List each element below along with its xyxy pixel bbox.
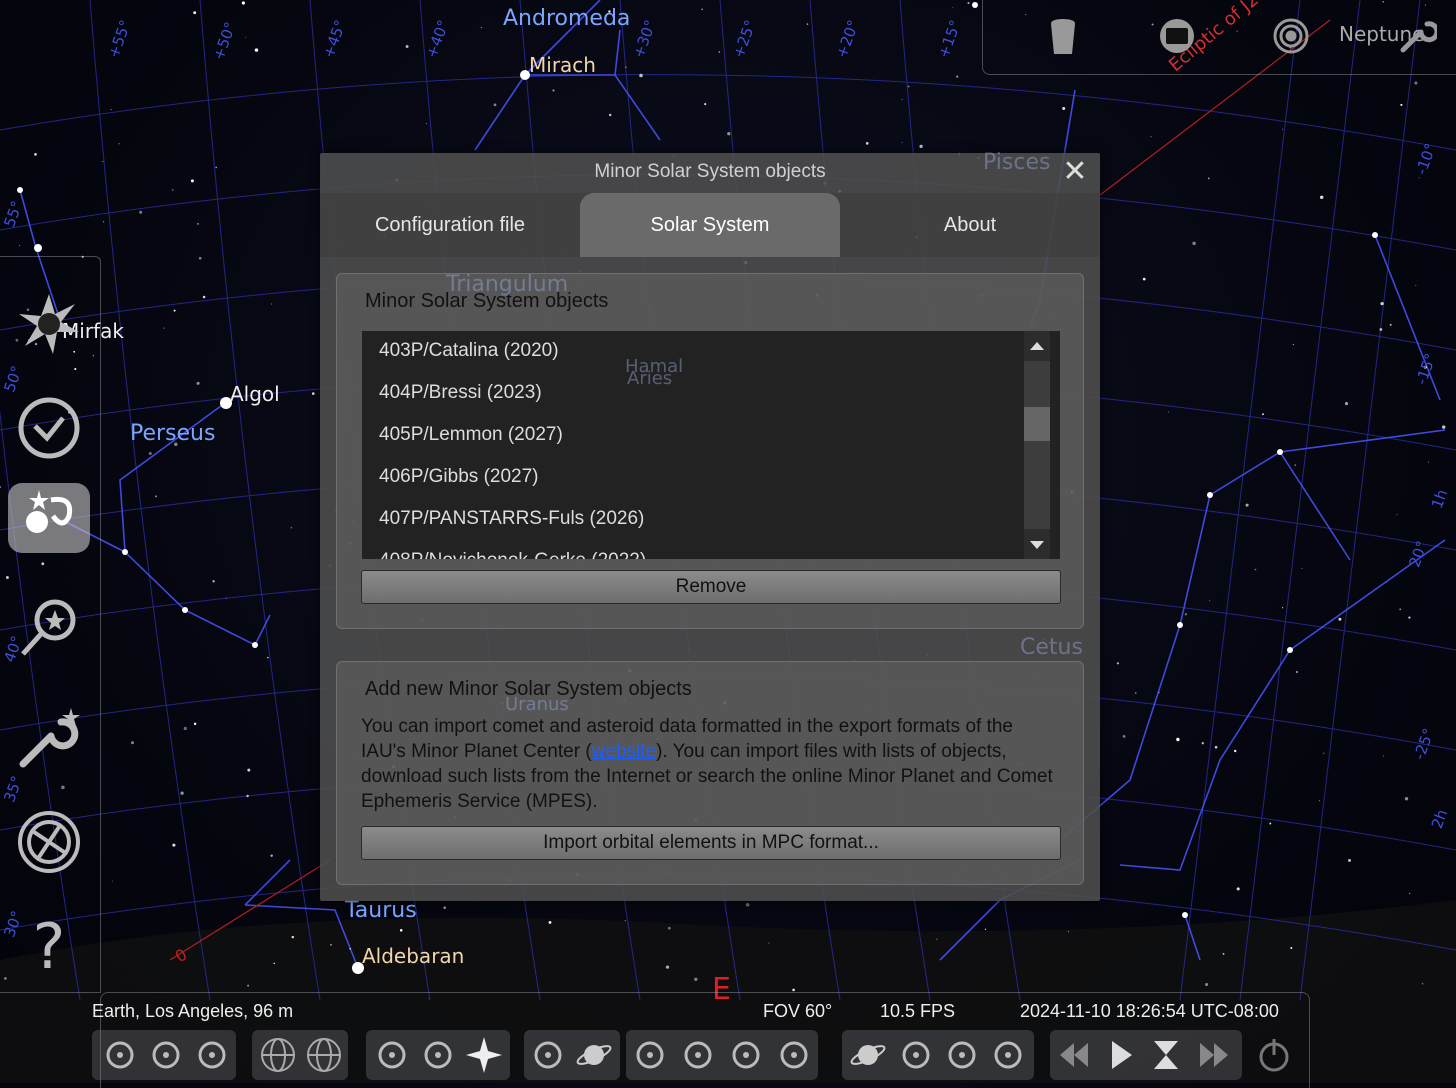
scroll-thumb[interactable] <box>1024 407 1050 441</box>
planets-icon[interactable] <box>846 1030 890 1080</box>
remove-button[interactable]: Remove <box>361 570 1061 604</box>
help-icon[interactable]: ? <box>8 910 90 983</box>
zoom-fit-icon[interactable] <box>676 1030 720 1080</box>
ground-icon[interactable] <box>370 1030 414 1080</box>
tab-solar-system[interactable]: Solar System <box>580 193 840 257</box>
settings-wrench-icon[interactable] <box>8 703 90 773</box>
meteor-icon[interactable] <box>894 1030 938 1080</box>
constellation-label: Perseus <box>130 421 216 446</box>
rewind-icon[interactable] <box>1052 1030 1096 1080</box>
add-objects-group: Add new Minor Solar System objects You c… <box>336 661 1084 885</box>
star-label: Hamal <box>625 356 684 377</box>
search-icon[interactable] <box>8 593 90 663</box>
fps-status: 10.5 FPS <box>880 1001 956 1021</box>
observatory-icon[interactable] <box>8 807 90 877</box>
constellation-label: Cetus <box>1020 635 1083 660</box>
constellation-label: Pisces <box>983 150 1051 175</box>
tab-bar: Configuration file Solar System About <box>320 193 1100 257</box>
constellation-art-icon[interactable] <box>144 1030 188 1080</box>
sun-icon[interactable] <box>8 289 90 359</box>
objects-list[interactable]: 403P/Catalina (2020) 404P/Bressi (2023) … <box>361 330 1061 560</box>
play-icon[interactable] <box>1098 1030 1142 1080</box>
import-mpc-button[interactable]: Import orbital elements in MPC format... <box>361 826 1061 860</box>
list-item[interactable]: 404P/Bressi (2023) <box>379 382 542 404</box>
list-item[interactable]: 408P/Novichonok-Gerke (2022) <box>379 550 646 559</box>
scroll-up-icon[interactable] <box>1030 342 1044 350</box>
wrench-icon[interactable] <box>1393 12 1441 60</box>
target-icon[interactable] <box>1267 12 1315 60</box>
fov-status[interactable]: FOV 60° <box>763 1001 832 1022</box>
tab-content: Minor Solar System objects 403P/Catalina… <box>320 257 1100 901</box>
tab-configuration-file[interactable]: Configuration file <box>320 193 580 257</box>
constellation-label: Taurus <box>345 898 417 923</box>
nebula-icon[interactable] <box>526 1030 570 1080</box>
fast-forward-icon[interactable] <box>1192 1030 1236 1080</box>
scroll-track[interactable] <box>1024 361 1050 529</box>
constellation-lines-icon[interactable] <box>98 1030 142 1080</box>
star-label: Mirach <box>529 53 596 77</box>
fullscreen-icon[interactable] <box>772 1030 816 1080</box>
eye-icon[interactable] <box>724 1030 768 1080</box>
star-label: Algol <box>230 382 280 406</box>
power-icon[interactable] <box>1252 1030 1296 1080</box>
objects-list-group: Minor Solar System objects 403P/Catalina… <box>336 273 1084 629</box>
satellite-icon[interactable] <box>628 1030 672 1080</box>
planet-label: Uranus <box>505 694 569 715</box>
star-icon[interactable] <box>462 1030 506 1080</box>
running-man-icon[interactable] <box>190 1030 234 1080</box>
tab-about[interactable]: About <box>840 193 1100 257</box>
location-status[interactable]: Earth, Los Angeles, 96 m <box>92 1001 293 1022</box>
window-icon[interactable] <box>1153 12 1201 60</box>
website-link[interactable]: website <box>592 741 656 762</box>
atmosphere-icon[interactable] <box>416 1030 460 1080</box>
no-satellites-icon[interactable] <box>986 1030 1030 1080</box>
search-sky-icon[interactable] <box>940 1030 984 1080</box>
equatorial-grid-icon[interactable] <box>256 1030 300 1080</box>
list-item[interactable]: 405P/Lemmon (2027) <box>379 424 563 446</box>
star-label: Aldebaran <box>362 944 465 968</box>
clock-icon[interactable] <box>8 393 90 463</box>
close-icon[interactable]: ✕ <box>1060 157 1090 187</box>
list-item[interactable]: 407P/PANSTARRS-Fuls (2026) <box>379 508 644 530</box>
list-item[interactable]: 403P/Catalina (2020) <box>379 340 559 362</box>
constellation-label: Andromeda <box>503 6 631 31</box>
planet-icon[interactable] <box>572 1030 616 1080</box>
trash-icon[interactable] <box>1039 12 1087 60</box>
left-toolbar: ? <box>0 256 101 993</box>
description-text: You can import comet and asteroid data f… <box>361 714 1061 814</box>
sky-objects-icon[interactable] <box>8 483 90 553</box>
list-item[interactable]: 406P/Gibbs (2027) <box>379 466 539 488</box>
hourglass-icon[interactable] <box>1144 1030 1188 1080</box>
minor-bodies-dialog: Minor Solar System objects ✕ Configurati… <box>320 153 1100 901</box>
azimuthal-grid-icon[interactable] <box>302 1030 346 1080</box>
constellation-label: Triangulum <box>446 272 569 297</box>
datetime-status[interactable]: 2024-11-10 18:26:54 UTC-08:00 <box>1020 1001 1279 1022</box>
list-scrollbar[interactable] <box>1024 331 1050 559</box>
scroll-down-icon[interactable] <box>1030 541 1044 549</box>
top-toolbar: Neptune <box>982 0 1456 75</box>
